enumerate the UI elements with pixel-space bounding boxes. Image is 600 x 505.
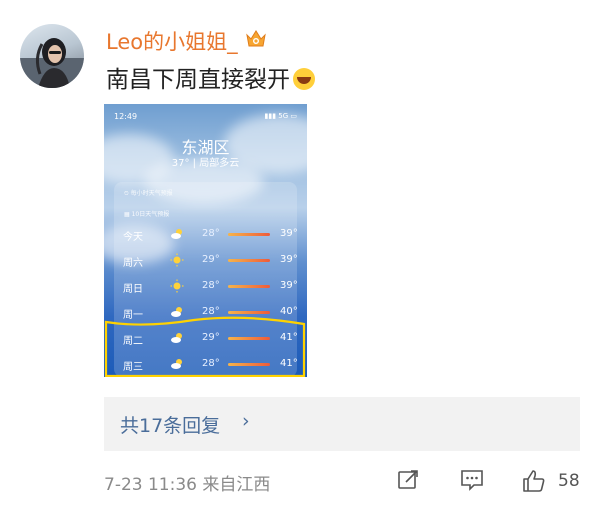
- username[interactable]: Leo的小姐姐_: [106, 26, 238, 56]
- like-count: 58: [558, 471, 580, 491]
- comment-meta: 7-23 11:36 来自江西: [104, 470, 270, 495]
- replies-link[interactable]: 共17条回复 ›: [104, 397, 580, 451]
- avatar[interactable]: [20, 24, 84, 88]
- share-icon[interactable]: [396, 468, 420, 492]
- comment-text-body: 南昌下周直接裂开: [106, 67, 290, 93]
- thumbs-up-icon[interactable]: [521, 468, 547, 494]
- comment-time: 7-23 11:36: [104, 475, 197, 495]
- vip-crown-icon: [246, 30, 266, 47]
- yellow-highlight-annotation: [104, 316, 306, 377]
- comment-icon[interactable]: [459, 468, 485, 492]
- comment-text: 南昌下周直接裂开: [106, 60, 315, 94]
- replies-count-label: 共17条回复: [120, 415, 221, 437]
- comment-location: 来自江西: [202, 475, 271, 495]
- weather-screenshot-image[interactable]: 12:49 ▮▮▮ 5G ▭ 东湖区 37° | 局部多云 ⏲ 每小时天气预报 …: [104, 104, 307, 377]
- chevron-right-icon: ›: [242, 410, 250, 432]
- laughing-tears-emoji: [293, 68, 315, 90]
